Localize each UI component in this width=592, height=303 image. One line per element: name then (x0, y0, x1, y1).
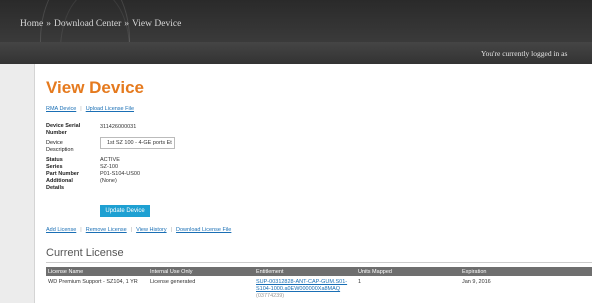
view-history-link[interactable]: View History (136, 227, 166, 233)
upload-license-link[interactable]: Upload License File (86, 106, 134, 112)
link-divider: | (170, 227, 173, 233)
part-number-value: P01-S104-US00 (100, 171, 141, 177)
user-bar: You're currently logged in as (0, 42, 592, 64)
license-name-cell: WD Premium Support - SZ104, 1 YR (48, 279, 138, 285)
entitlement-link[interactable]: SUP-00312828-ANT-CAP-GUM.S01- (256, 279, 347, 286)
section-divider (46, 262, 592, 263)
column-header-expiration: Expiration (462, 268, 487, 275)
series-label: Series (46, 164, 63, 170)
download-license-link[interactable]: Download License File (176, 227, 231, 233)
remove-license-link[interactable]: Remove License (86, 227, 127, 233)
entitlement-id: (03774239) (256, 293, 285, 299)
breadcrumb-download-center-link[interactable]: Download Center (54, 19, 121, 29)
status-value: ACTIVE (100, 157, 120, 163)
device-links: RMA Device | Upload License File (46, 106, 134, 112)
serial-number-value: 311426000031 (100, 124, 137, 130)
link-divider: | (80, 227, 82, 233)
description-label: Device Description (46, 140, 74, 153)
link-divider: | (130, 227, 133, 233)
units-mapped-cell: 1 (358, 279, 362, 285)
additional-details-label: Additional Details (46, 178, 73, 191)
column-header-units: Units Mapped (358, 268, 392, 275)
column-header-license-name: License Name (48, 268, 84, 275)
update-device-button[interactable]: Update Device (100, 205, 150, 217)
breadcrumb-current: View Device (132, 19, 182, 29)
breadcrumb-separator: » (124, 19, 129, 29)
license-actions: Add License | Remove License | View History |… (46, 227, 231, 233)
series-value: SZ-100 (100, 164, 119, 170)
page-title: View Device (46, 78, 144, 97)
add-license-link[interactable]: Add License (46, 227, 76, 233)
link-divider: | (80, 106, 82, 112)
additional-details-value: (None) (100, 178, 117, 184)
column-header-internal: Internal Use Only (150, 268, 193, 275)
status-label: Status (46, 157, 63, 163)
license-table-header: License Name Internal Use Only Entitleme… (46, 267, 592, 276)
top-banner: Home» Download Center» View Device (0, 0, 592, 42)
serial-number-label: Device Serial Number (46, 123, 81, 136)
current-license-heading: Current License (46, 247, 124, 259)
logged-in-text: You're currently logged in as (481, 49, 568, 58)
entitlement-link[interactable]: S104-1000.a0EW000000Xa8MAQ (256, 286, 340, 293)
part-number-label: Part Number (46, 171, 80, 177)
column-header-entitlement: Entitlement (256, 268, 284, 275)
description-field[interactable]: 1st SZ 100 - 4-GE ports Et (100, 137, 175, 149)
breadcrumb-home-link[interactable]: Home (20, 19, 43, 29)
expiration-cell: Jan 9, 2016 (462, 279, 491, 285)
breadcrumb-separator: » (46, 19, 51, 29)
breadcrumb: Home» Download Center» View Device (20, 19, 181, 29)
rma-device-link[interactable]: RMA Device (46, 106, 76, 112)
internal-use-cell: License generated (150, 279, 196, 285)
